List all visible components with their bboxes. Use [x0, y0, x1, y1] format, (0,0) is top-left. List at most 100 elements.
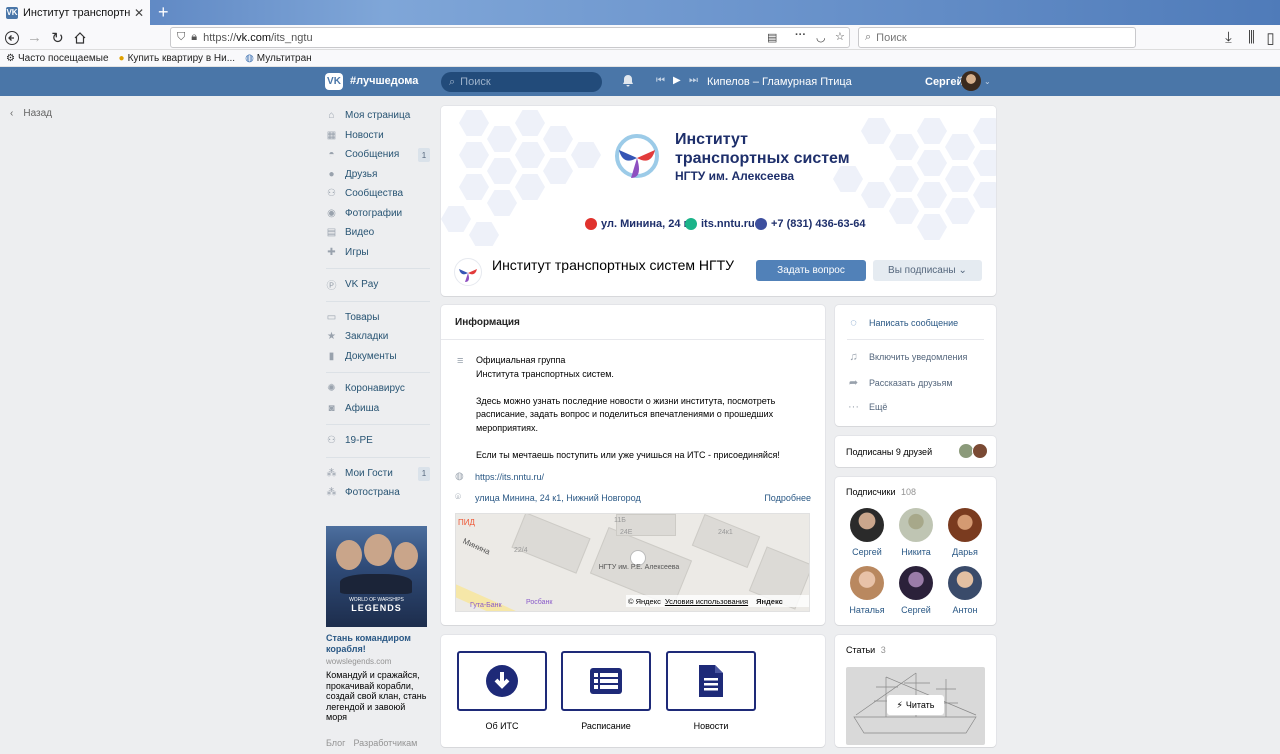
sidebar-item-5[interactable]: ⚇ Сообщества: [326, 184, 430, 204]
library-icon[interactable]: ⫼: [1242, 28, 1261, 47]
sidebar-item-13[interactable]: ✺ Коронавирус: [326, 379, 430, 399]
sidebar-item-1[interactable]: ⌂ Моя страница: [326, 106, 430, 126]
sidebar-item-8[interactable]: ✚ Игры: [326, 243, 430, 263]
subscriber-1[interactable]: Сергей: [847, 508, 887, 557]
read-button[interactable]: ⚡︎ Читать: [887, 695, 944, 715]
cover-address: ул. Минина, 24 к1: [585, 218, 695, 230]
hexagon-shape: [515, 174, 545, 200]
news-label[interactable]: Новости: [666, 721, 756, 731]
sidebar-item-12[interactable]: ▮ Документы: [326, 347, 430, 367]
sidebar-item-2[interactable]: ▦ Новости: [326, 126, 430, 146]
group-avatar[interactable]: [454, 258, 482, 286]
user-name[interactable]: Сергей: [925, 76, 963, 88]
ad-character-3: [394, 542, 418, 570]
info-card: Информация ≡ Официальная группа Институт…: [441, 305, 825, 625]
map-street-label: Минина: [461, 536, 492, 557]
info-address[interactable]: улица Минина, 24 к1, Нижний Новгород: [475, 493, 641, 503]
sidebar-item-14[interactable]: ◙ Афиша: [326, 399, 430, 419]
avatar: [948, 566, 982, 600]
pocket-icon[interactable]: ◡: [816, 31, 826, 44]
enable-notifications-button[interactable]: ♫︎ Включить уведомления: [847, 351, 967, 363]
ask-question-button[interactable]: Задать вопрос: [756, 260, 866, 281]
browser-tab[interactable]: VK Институт транспортных систем ✕: [0, 0, 150, 25]
now-playing-track[interactable]: Кипелов – Гламурная Птица: [707, 76, 852, 88]
sidebar-item-3[interactable]: ◓ Сообщения 1: [326, 145, 430, 165]
subscriber-3[interactable]: Дарья: [945, 508, 985, 557]
more-button[interactable]: ··· Ещё: [847, 401, 887, 413]
sidebar-item-16[interactable]: ⁂ Мои Гости 1: [326, 464, 430, 484]
bookmark-frequent[interactable]: ⚙ Часто посещаемые: [6, 53, 109, 64]
sidebar-item-6[interactable]: ◉ Фотографии: [326, 204, 430, 224]
sidebar-item-15[interactable]: ⚇ 19-РЕ: [326, 431, 430, 451]
url-bar[interactable]: ⛉ 🔒︎ https://vk.com/its_ngtu ▤ ··· ◡ ☆: [170, 27, 850, 48]
bookmark-apartment[interactable]: ● Купить квартиру в Ни...: [119, 53, 236, 64]
new-tab-button[interactable]: +: [158, 2, 169, 22]
previous-track-icon[interactable]: ⏮: [656, 75, 665, 86]
sidebar-item-10[interactable]: ▭ Товары: [326, 308, 430, 328]
sidebar-icon[interactable]: ▯: [1261, 28, 1280, 47]
avatar: [850, 566, 884, 600]
sidebar-item-7[interactable]: ▤ Видео: [326, 223, 430, 243]
subscriber-name: Сергей: [901, 605, 931, 615]
close-tab-icon[interactable]: ✕: [134, 6, 144, 20]
write-message-button[interactable]: ◌ Написать сообщение: [847, 317, 958, 329]
schedule-tile[interactable]: [561, 651, 651, 711]
subscriber-4[interactable]: Наталья: [847, 566, 887, 615]
ad-character-2: [364, 534, 392, 566]
ad-title[interactable]: Стань командиром корабля!: [326, 633, 427, 655]
vk-search-input[interactable]: ⌕ Поиск: [441, 72, 602, 92]
subscribed-button[interactable]: Вы подписаны ⌄: [873, 260, 982, 281]
browser-search-field[interactable]: ⌕ Поиск: [858, 27, 1136, 48]
article-preview-image[interactable]: ⚡︎ Читать: [846, 667, 985, 745]
reader-view-icon[interactable]: ▤: [767, 31, 777, 44]
subscriber-name: Наталья: [849, 605, 885, 615]
hexagon-shape: [487, 126, 517, 152]
subscribers-card: Подписчики 108 Сергей Никита Дарья Наталья С…: [835, 477, 996, 625]
map[interactable]: ПИД Минина 11Б 24Е 22/4 24к1 НГТУ им. Р.…: [455, 513, 810, 612]
bookmark-multitran[interactable]: ◍ Мультитран: [245, 53, 312, 64]
friends-subscribed-text: Подписаны 9 друзей: [846, 447, 933, 457]
user-avatar[interactable]: [961, 71, 981, 91]
header-hashtag[interactable]: #лучшедома: [350, 75, 418, 87]
footer-link-developers[interactable]: Разработчикам: [353, 738, 417, 748]
news-tile[interactable]: [666, 651, 756, 711]
home-icon[interactable]: [70, 28, 89, 47]
sidebar-item-11[interactable]: ★ Закладки: [326, 327, 430, 347]
schedule-label[interactable]: Расписание: [561, 721, 651, 731]
play-icon[interactable]: ▶: [673, 75, 681, 86]
friends-subscribed-card[interactable]: Подписаны 9 друзей: [835, 436, 996, 467]
footer-link-blog[interactable]: Блог: [326, 738, 345, 748]
about-label[interactable]: Об ИТС: [457, 721, 547, 731]
sidebar-item-17[interactable]: ⁂ Фотострана: [326, 483, 430, 503]
page-actions-icon[interactable]: ···: [795, 29, 806, 41]
next-track-icon[interactable]: ⏭: [689, 75, 698, 86]
reload-icon[interactable]: ↻: [48, 28, 67, 47]
forward-arrow-icon[interactable]: →: [25, 28, 44, 47]
subscriber-2[interactable]: Никита: [896, 508, 936, 557]
bell-icon[interactable]: [622, 74, 634, 90]
download-icon[interactable]: ⤓: [1219, 28, 1238, 47]
subscribers-header[interactable]: Подписчики 108: [846, 487, 916, 497]
sidebar-item-4[interactable]: ● Друзья: [326, 165, 430, 185]
tell-friends-button[interactable]: ➦ Рассказать друзьям: [847, 376, 953, 389]
cover-title-line2: транспортных систем: [675, 150, 850, 167]
chevron-down-icon[interactable]: ⌄: [984, 77, 991, 86]
vk-logo-icon[interactable]: VK: [325, 73, 343, 90]
ad-text: Командуй и сражайся, прокачивай корабли,…: [326, 670, 427, 722]
about-tile[interactable]: [457, 651, 547, 711]
subscriber-5[interactable]: Сергей: [896, 566, 936, 615]
subscriber-6[interactable]: Антон: [945, 566, 985, 615]
virus-icon: ✺: [327, 383, 336, 395]
ad-block[interactable]: WORLD OF WARSHIPS LEGENDS Стань командир…: [326, 526, 427, 723]
articles-header[interactable]: Статьи 3: [846, 645, 886, 655]
ad-image[interactable]: WORLD OF WARSHIPS LEGENDS: [326, 526, 427, 627]
more-link[interactable]: Подробнее: [764, 493, 811, 503]
back-label: Назад: [23, 108, 52, 119]
bookmark-star-icon[interactable]: ☆: [835, 30, 845, 43]
back-arrow-icon[interactable]: [2, 28, 21, 47]
sidebar-item-9[interactable]: Ⓟ VK Pay: [326, 275, 430, 295]
back-link[interactable]: ‹ Назад: [10, 108, 52, 119]
url-scheme: https://: [203, 31, 237, 44]
cover-site: its.nntu.ru: [685, 218, 755, 230]
info-link[interactable]: https://its.nntu.ru/: [475, 472, 544, 482]
